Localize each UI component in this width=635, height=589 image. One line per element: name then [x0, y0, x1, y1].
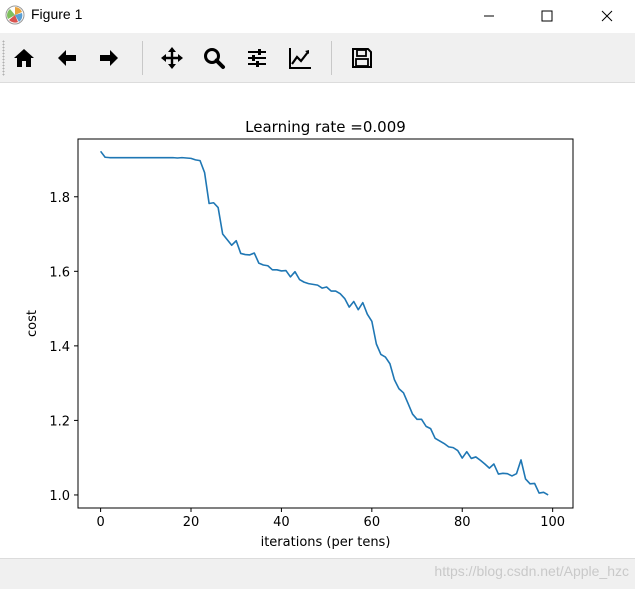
- forward-button[interactable]: [92, 41, 126, 75]
- y-tick-label: 1.6: [49, 265, 70, 280]
- x-tick-label: 60: [364, 515, 381, 530]
- minimize-button[interactable]: [466, 0, 512, 33]
- toolbar-separator: [142, 41, 143, 75]
- pan-button[interactable]: [155, 41, 189, 75]
- navigation-toolbar: [0, 33, 635, 83]
- arrow-right-icon: [100, 50, 118, 66]
- toolbar-separator: [331, 41, 332, 75]
- cost-series-line: [99, 150, 549, 496]
- axes-frame: [77, 138, 574, 509]
- x-tick-label: 100: [540, 515, 565, 530]
- matplotlib-logo-icon: [5, 5, 25, 25]
- y-tick-label: 1.2: [49, 414, 70, 429]
- magnifier-icon: [204, 48, 225, 69]
- back-button[interactable]: [50, 41, 84, 75]
- watermark-text: https://blog.csdn.net/Apple_hzc: [434, 563, 629, 579]
- edit-axes-button[interactable]: [283, 41, 317, 75]
- x-tick-label: 40: [273, 515, 290, 530]
- arrow-left-icon: [58, 50, 76, 66]
- maximize-button[interactable]: [524, 0, 570, 33]
- home-icon: [14, 49, 34, 67]
- zoom-button[interactable]: [197, 41, 231, 75]
- x-tick-label: 20: [183, 515, 200, 530]
- x-tick-label: 80: [454, 515, 471, 530]
- figure-canvas[interactable]: 0 20 40 60 80 100 1.0 1.2 1.4 1.6 1.8 Learning rate…: [0, 83, 635, 558]
- maximize-icon: [541, 10, 553, 22]
- floppy-disk-icon: [352, 48, 372, 68]
- save-button[interactable]: [345, 41, 379, 75]
- subplots-button[interactable]: [240, 41, 274, 75]
- sliders-icon: [248, 49, 266, 67]
- status-bar: https://blog.csdn.net/Apple_hzc: [0, 558, 635, 589]
- move-icon: [161, 47, 183, 69]
- y-tick-label: 1.4: [49, 340, 70, 355]
- y-axis-label: cost: [25, 310, 40, 337]
- line-chart: 0 20 40 60 80 100 1.0 1.2 1.4 1.6 1.8 Learning rate…: [25, 118, 574, 550]
- window-titlebar: Figure 1: [0, 0, 635, 33]
- x-tick-label: 0: [96, 515, 104, 530]
- line-chart-icon: [289, 48, 311, 69]
- y-tick-label: 1.8: [49, 191, 70, 206]
- y-tick-label: 1.0: [49, 489, 70, 504]
- minimize-icon: [484, 15, 494, 17]
- x-axis-label: iterations (per tens): [261, 535, 391, 550]
- toolbar-grip[interactable]: [2, 40, 5, 76]
- close-button[interactable]: [584, 0, 630, 33]
- close-icon: [601, 10, 613, 22]
- window-title: Figure 1: [31, 6, 83, 22]
- home-button[interactable]: [7, 41, 41, 75]
- chart-title: Learning rate =0.009: [245, 118, 406, 136]
